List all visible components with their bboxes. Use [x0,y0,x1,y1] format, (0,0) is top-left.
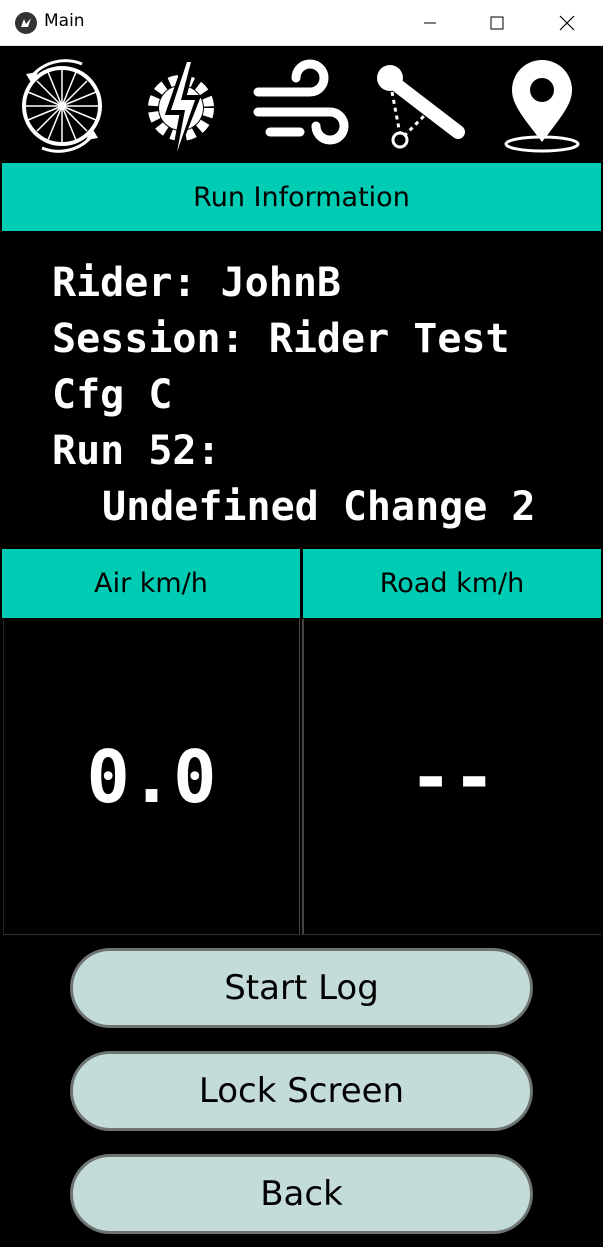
power-gear-icon[interactable] [133,56,233,156]
run-number-label: Run 52: [52,428,221,474]
back-button[interactable]: Back [70,1154,533,1234]
minimize-icon [424,22,436,24]
close-icon [559,15,575,31]
linkage-icon[interactable] [370,56,470,156]
maximize-icon [490,16,504,30]
session-label: Session: Rider Test [52,316,510,362]
rider-label: Rider: JohnB [52,260,341,306]
road-speed-panel: -- [302,619,601,935]
road-speed-header: Road km/h [303,549,601,618]
close-button[interactable] [533,0,601,46]
start-log-button[interactable]: Start Log [70,948,533,1028]
window-title: Main [44,11,85,31]
wind-icon[interactable] [250,56,350,156]
run-information-header: Run Information [2,163,601,231]
kivy-logo-icon [15,12,37,34]
air-speed-value: 0.0 [86,734,217,819]
lock-screen-button[interactable]: Lock Screen [70,1051,533,1131]
map-pin-icon[interactable] [492,56,592,156]
maximize-button[interactable] [463,0,531,46]
air-speed-header: Air km/h [2,549,300,618]
run-change-label: Undefined Change 2 [102,484,536,530]
road-speed-value: -- [409,734,496,819]
icon-toolbar [0,46,603,161]
config-label: Cfg C [52,372,173,418]
window-titlebar: Main [0,0,603,46]
wheel-rotation-icon[interactable] [12,56,112,156]
air-speed-panel: 0.0 [3,619,300,935]
minimize-button[interactable] [396,0,464,46]
run-details: Rider: JohnB Session: Rider Test Cfg C R… [52,255,535,535]
